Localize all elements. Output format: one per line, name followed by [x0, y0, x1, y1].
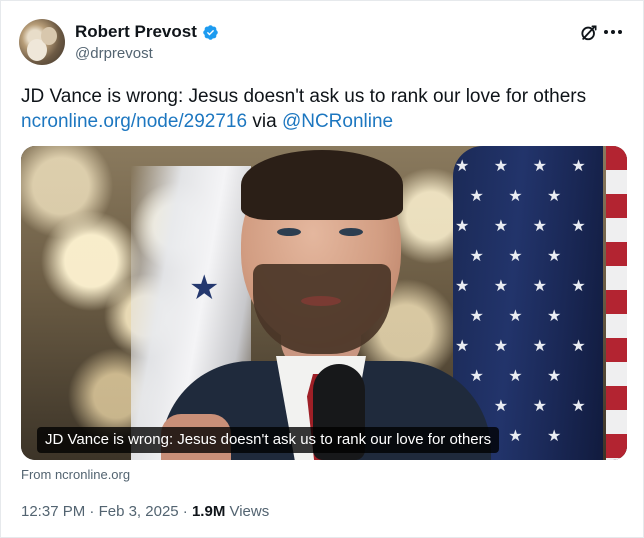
mention-link[interactable]: @NCRonline [282, 111, 393, 132]
meta-separator: · [85, 503, 99, 520]
hair [241, 150, 403, 220]
tweet-body: JD Vance is wrong: Jesus doesn't ask us … [21, 86, 587, 107]
grok-icon[interactable] [579, 23, 599, 43]
via-text: via [247, 111, 282, 132]
tweet-card: Robert Prevost @drprevost JD Vance is wr… [0, 0, 644, 538]
author-handle[interactable]: @drprevost [75, 45, 153, 62]
article-link[interactable]: ncronline.org/node/292716 [21, 111, 247, 132]
mouth [301, 296, 341, 306]
meta-separator: · [178, 503, 192, 520]
verified-badge-icon [203, 24, 218, 40]
more-icon[interactable] [604, 25, 626, 39]
beard [253, 264, 391, 354]
author-name-row: Robert Prevost [75, 22, 219, 42]
views-label: Views [225, 503, 270, 520]
views-count: 1.9M [191, 503, 226, 520]
tweet-link-line: ncronline.org/node/292716 via @NCRonline [21, 109, 631, 134]
eye-right [339, 228, 363, 236]
tweet-meta: 12:37 PM · Feb 3, 2025 · 1.9M Views [21, 503, 269, 520]
tweet-date[interactable]: Feb 3, 2025 [99, 503, 179, 520]
link-card-image[interactable]: ★ ★ ★ ★ ★ ★ ★ ★ ★ ★ ★ ★ ★ ★ ★ ★ ★ ★ ★ ★ … [21, 146, 627, 460]
link-source[interactable]: From ncronline.org [21, 467, 130, 482]
tweet-time[interactable]: 12:37 PM [21, 503, 85, 520]
speaker-figure [161, 146, 491, 460]
eye-left [277, 228, 301, 236]
avatar[interactable] [19, 19, 65, 65]
media-caption: JD Vance is wrong: Jesus doesn't ask us … [37, 427, 500, 453]
flag-stripes [606, 146, 627, 460]
author-display-name[interactable]: Robert Prevost [75, 22, 197, 42]
tweet-text: JD Vance is wrong: Jesus doesn't ask us … [21, 84, 631, 134]
